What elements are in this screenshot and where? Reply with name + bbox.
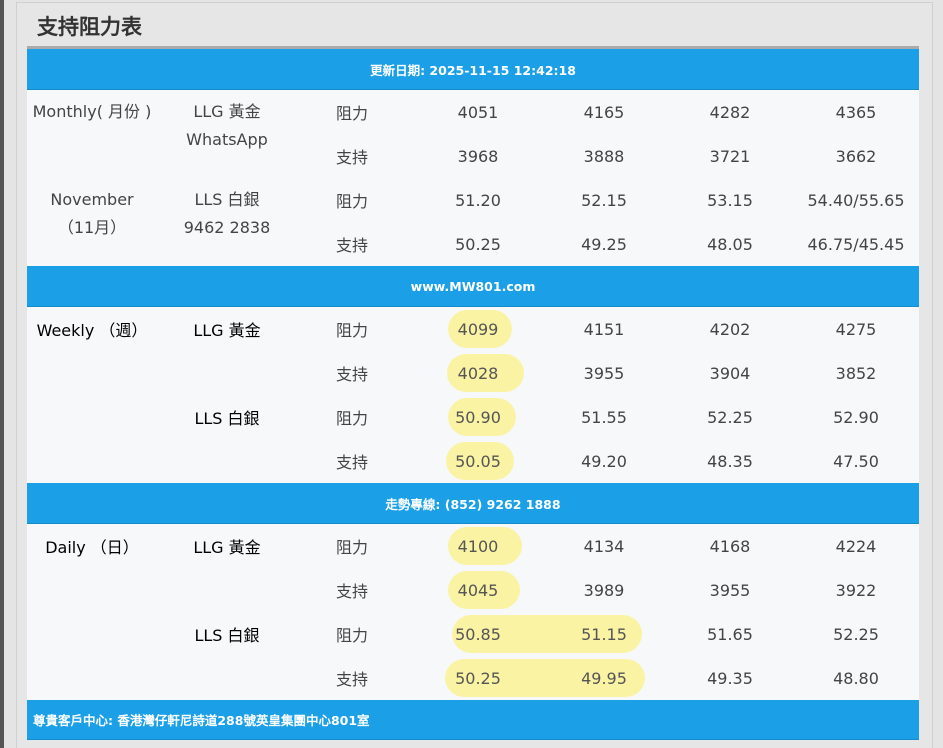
value-cell: 3955 [709,580,751,600]
value-cell: 4275 [835,319,877,339]
value-cell: 4202 [709,319,751,339]
row-type: 支持 [335,148,368,167]
value-cell: 3721 [709,146,751,166]
value-cell: 51.15 [581,624,627,644]
value-cell: 46.75/45.45 [807,234,905,254]
value-cell: 3955 [583,363,625,383]
value-cell: 4051 [457,102,499,122]
value-cell: 53.15 [707,190,753,210]
support-resistance-panel: 支持阻力表 更新日期: 2025-11-15 12:42:18 Monthly(… [16,2,933,748]
table-row: 支持 50.25 49.25 48.05 46.75/45.45 [27,222,919,266]
row-type: 阻力 [335,192,368,211]
value-cell: 4099 [457,319,499,339]
value-cell: 48.05 [707,234,753,254]
row-type: 阻力 [335,104,368,123]
value-cell: 50.85 [455,624,501,644]
value-cell: 4282 [709,102,751,122]
row-type: 支持 [335,365,368,384]
value-cell: 48.35 [707,451,753,471]
value-cell: 4100 [457,536,499,556]
value-cell: 3662 [835,146,877,166]
row-type: 阻力 [335,626,368,645]
value-cell: 3852 [835,363,877,383]
value-cell: 3904 [709,363,751,383]
website-banner: www.MW801.com [27,266,919,307]
value-cell: 4028 [457,363,499,383]
address-banner: 尊貴客戶中心: 香港灣仔軒尼詩道288號英皇集團中心801室 [27,700,919,740]
table-row: 支持 4028 3955 3904 3852 [27,351,919,395]
table-row: 阻力 4051 4165 4282 4365 [27,90,919,134]
table-row: 阻力 4099 4151 4202 4275 [27,307,919,351]
value-cell: 52.25 [707,407,753,427]
value-cell: 48.80 [833,668,879,688]
table-row: 支持 4045 3989 3955 3922 [27,568,919,612]
window-edge [0,0,4,748]
daily-section: Daily （日） LLG 黃金 LLS 白銀 阻力 4100 4134 416… [27,524,919,700]
value-cell: 52.25 [833,624,879,644]
row-type: 阻力 [335,409,368,428]
value-cell: 4168 [709,536,751,556]
value-cell: 4134 [583,536,625,556]
value-cell: 49.35 [707,668,753,688]
value-cell: 49.95 [581,668,627,688]
value-cell: 50.05 [455,451,501,471]
value-cell: 50.90 [455,407,501,427]
value-cell: 50.25 [455,234,501,254]
value-cell: 52.90 [833,407,879,427]
value-cell: 3922 [835,580,877,600]
value-cell: 52.15 [581,190,627,210]
table-row: 阻力 50.90 51.55 52.25 52.90 [27,395,919,439]
row-type: 支持 [335,453,368,472]
value-cell: 49.25 [581,234,627,254]
row-type: 阻力 [335,321,368,340]
update-date-banner: 更新日期: 2025-11-15 12:42:18 [27,49,919,90]
row-type: 支持 [335,582,368,601]
value-cell: 4224 [835,536,877,556]
table-row: 阻力 4100 4134 4168 4224 [27,524,919,568]
value-cell: 51.65 [707,624,753,644]
value-cell: 54.40/55.65 [807,190,905,210]
hotline-banner: 走勢專線: (852) 9262 1888 [27,483,919,524]
value-cell: 3989 [583,580,625,600]
page-title: 支持阻力表 [37,15,142,39]
value-cell: 3968 [457,146,499,166]
table-row: 阻力 51.20 52.15 53.15 54.40/55.65 [27,178,919,222]
weekly-section: Weekly （週） LLG 黃金 LLS 白銀 阻力 4099 4151 42… [27,307,919,483]
row-type: 支持 [335,670,368,689]
value-cell: 49.20 [581,451,627,471]
value-cell: 3888 [583,146,625,166]
table-row: 支持 50.05 49.20 48.35 47.50 [27,439,919,483]
support-resistance-table: 更新日期: 2025-11-15 12:42:18 Monthly( 月份 ) … [27,46,919,740]
monthly-section: Monthly( 月份 ) November （11月） LLG 黃金 What… [27,90,919,266]
value-cell: 4165 [583,102,625,122]
value-cell: 4045 [457,580,499,600]
table-row: 支持 50.25 49.95 49.35 48.80 [27,656,919,700]
value-cell: 4151 [583,319,625,339]
value-cell: 50.25 [455,668,501,688]
value-cell: 47.50 [833,451,879,471]
table-row: 支持 3968 3888 3721 3662 [27,134,919,178]
value-cell: 51.55 [581,407,627,427]
row-type: 支持 [335,236,368,255]
value-cell: 51.20 [455,190,501,210]
value-cell: 4365 [835,102,877,122]
table-row: 阻力 50.85 51.15 51.65 52.25 [27,612,919,656]
row-type: 阻力 [335,538,368,557]
